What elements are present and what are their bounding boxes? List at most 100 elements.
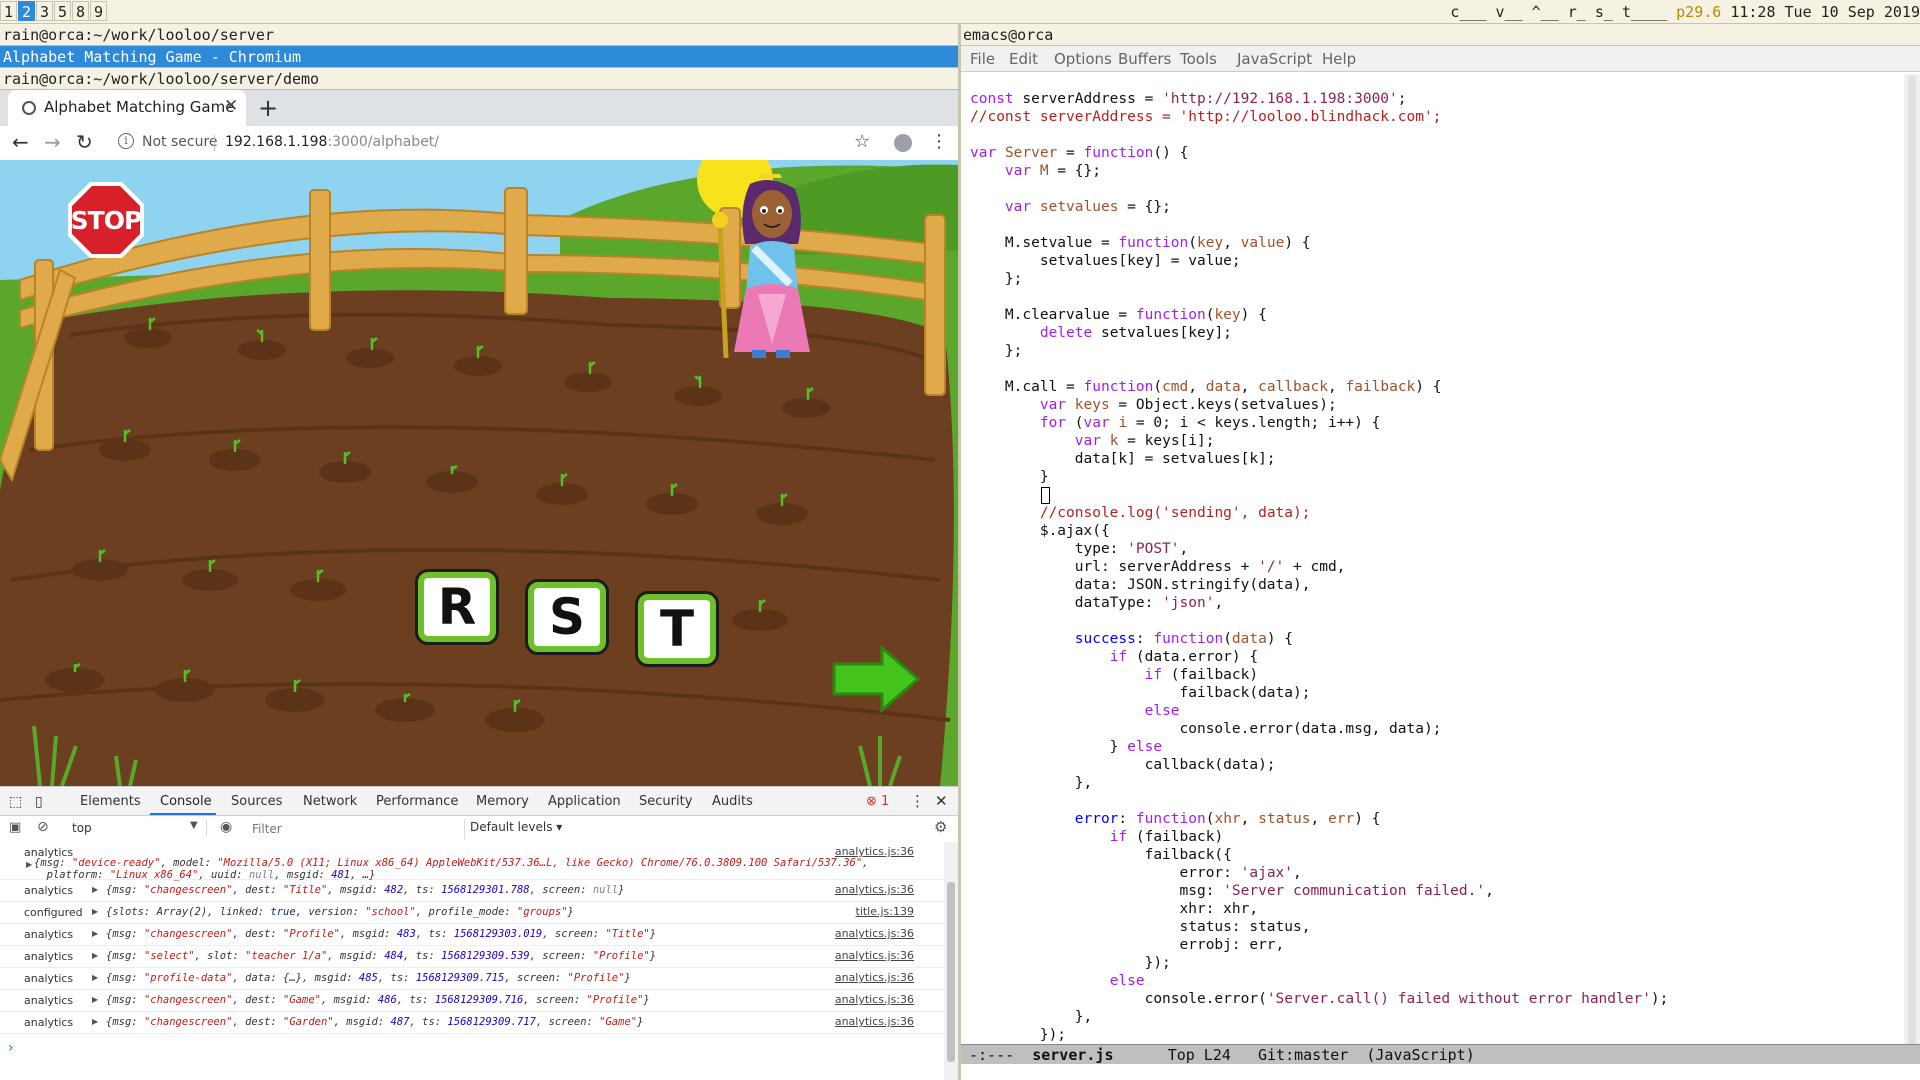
expand-arrow-icon[interactable]: ▶ xyxy=(92,1017,98,1026)
expand-arrow-icon[interactable]: ▶ xyxy=(92,973,98,982)
code-line: xhr: xhr, xyxy=(970,900,1890,918)
code-token: key xyxy=(1196,235,1224,251)
sidebar-toggle-icon[interactable]: ▣ xyxy=(9,820,21,835)
window-divider[interactable] xyxy=(958,24,961,1080)
console-source-link[interactable]: analytics.js:36 xyxy=(835,993,914,1006)
scrollbar-thumb[interactable] xyxy=(1908,76,1916,1056)
chromium-window-title[interactable]: Alphabet Matching Game - Chromium xyxy=(0,46,958,68)
expand-arrow-icon[interactable]: ▶ xyxy=(92,885,98,894)
workspace-3[interactable]: 3 xyxy=(36,1,53,21)
workspace-1[interactable]: 1 xyxy=(0,1,17,21)
workspace-5[interactable]: 5 xyxy=(54,1,71,21)
emacs-scrollbar[interactable] xyxy=(1904,74,1920,1056)
emacs-window-title[interactable]: emacs@orca xyxy=(961,24,1920,46)
terminal-window-title[interactable]: rain@orca:~/work/looloo/server xyxy=(0,24,958,46)
devtools-tab-security[interactable]: Security xyxy=(639,794,692,809)
letter-tile-r[interactable]: R xyxy=(415,569,499,645)
reload-button[interactable]: ↻ xyxy=(76,130,93,154)
expand-arrow-icon[interactable]: ▶ xyxy=(92,929,98,938)
code-token: , xyxy=(1214,595,1224,611)
console-scrollbar[interactable] xyxy=(944,842,958,1080)
new-tab-button[interactable]: + xyxy=(258,94,278,122)
workspace-9[interactable]: 9 xyxy=(90,1,107,21)
console-object[interactable]: {msg: "changescreen", dest: "Profile", m… xyxy=(106,928,656,940)
profile-avatar[interactable] xyxy=(894,134,912,152)
letter-tile-t[interactable]: T xyxy=(635,591,719,667)
console-source-link[interactable]: analytics.js:36 xyxy=(835,1015,914,1028)
console-object[interactable]: {msg: "changescreen", dest: "Title", msg… xyxy=(106,884,624,896)
expand-arrow-icon[interactable]: ▶ xyxy=(92,907,98,916)
info-icon[interactable]: i xyxy=(118,133,134,149)
stop-button[interactable]: STOP xyxy=(66,180,146,260)
princess-character[interactable] xyxy=(710,174,820,364)
not-secure-label[interactable]: Not secure xyxy=(142,134,218,150)
expand-arrow-icon[interactable]: ▶ xyxy=(92,951,98,960)
active-tab-indicator xyxy=(150,813,216,815)
log-levels-dropdown[interactable]: Default levels ▾ xyxy=(470,820,562,834)
emacs-menu-file[interactable]: File xyxy=(970,50,995,68)
emacs-menu-buffers[interactable]: Buffers xyxy=(1118,50,1171,68)
next-arrow-button[interactable] xyxy=(830,644,922,714)
console-source-link[interactable]: title.js:139 xyxy=(856,905,915,918)
forward-button[interactable]: → xyxy=(44,130,61,154)
inspect-element-icon[interactable]: ⬚ xyxy=(9,794,22,810)
console-object[interactable]: {msg: "select", slot: "teacher 1/a", msg… xyxy=(106,950,656,962)
device-toolbar-icon[interactable]: ▯ xyxy=(35,794,43,810)
code-token: }; xyxy=(970,271,1023,287)
scrollbar-thumb[interactable] xyxy=(947,882,955,1062)
emacs-menu-edit[interactable]: Edit xyxy=(1009,50,1038,68)
console-object[interactable]: {msg: "profile-data", data: {…}, msgid: … xyxy=(106,972,631,984)
devtools-tab-network[interactable]: Network xyxy=(303,794,357,809)
console-token: "Title" xyxy=(605,928,650,940)
game-canvas[interactable]: STOP R S T xyxy=(0,160,958,786)
workspace-2[interactable]: 2 xyxy=(18,1,35,21)
devtools-tab-sources[interactable]: Sources xyxy=(231,794,282,809)
console-object[interactable]: {msg: "changescreen", dest: "Game", msgi… xyxy=(106,994,650,1006)
back-button[interactable]: ← xyxy=(12,130,29,154)
code-buffer[interactable]: const serverAddress = 'http://192.168.1.… xyxy=(970,90,1890,1046)
devtools-menu-icon[interactable]: ⋮ xyxy=(910,792,925,810)
context-selector[interactable]: top ▼ xyxy=(56,819,207,837)
console-source-link[interactable]: analytics.js:36 xyxy=(835,971,914,984)
address-bar[interactable]: 192.168.1.198:3000/alphabet/ xyxy=(225,134,439,150)
console-object[interactable]: {msg: "changescreen", dest: "Garden", ms… xyxy=(106,1016,643,1028)
eye-icon[interactable]: ◉ xyxy=(220,819,232,835)
console-source-link[interactable]: analytics.js:36 xyxy=(835,949,914,962)
terminal-window-title-2[interactable]: rain@orca:~/work/looloo/server/demo xyxy=(0,68,958,90)
devtools-tab-application[interactable]: Application xyxy=(548,794,621,809)
close-tab-icon[interactable]: ✕ xyxy=(224,96,238,116)
letter-tile-s[interactable]: S xyxy=(525,579,609,655)
emacs-menu-tools[interactable]: Tools xyxy=(1180,50,1217,68)
console-source-link[interactable]: analytics.js:36 xyxy=(835,927,914,940)
console-settings-gear-icon[interactable]: ⚙ xyxy=(934,818,947,836)
expand-arrow-icon[interactable]: ▶ xyxy=(92,995,98,1004)
console-source-link[interactable]: analytics.js:36 xyxy=(835,883,914,896)
workspace-8[interactable]: 8 xyxy=(72,1,89,21)
close-devtools-icon[interactable]: ✕ xyxy=(935,792,948,810)
bookmark-star-icon[interactable]: ☆ xyxy=(854,131,870,152)
browser-menu-icon[interactable]: ⋮ xyxy=(930,131,948,152)
devtools-tab-audits[interactable]: Audits xyxy=(712,794,753,809)
devtools-tab-memory[interactable]: Memory xyxy=(476,794,529,809)
browser-tab[interactable]: Alphabet Matching Game ✕ xyxy=(8,90,246,126)
console-object[interactable]: {msg: "device-ready", model: "Mozilla/5.… xyxy=(34,857,868,881)
devtools-tab-elements[interactable]: Elements xyxy=(80,794,141,809)
emacs-menu-options[interactable]: Options xyxy=(1054,50,1112,68)
console-token: , model: xyxy=(160,857,218,869)
emacs-minibuffer[interactable] xyxy=(961,1064,1920,1080)
console-filter-input[interactable] xyxy=(250,819,465,839)
clear-console-icon[interactable]: ⊘ xyxy=(37,819,49,835)
devtools-tab-performance[interactable]: Performance xyxy=(376,794,458,809)
code-token: ; xyxy=(1397,91,1407,107)
expand-arrow-icon[interactable]: ▶ xyxy=(26,860,32,869)
console-token: , msgid: xyxy=(327,884,385,896)
devtools-tab-console[interactable]: Console xyxy=(160,794,212,809)
emacs-menu-javascript[interactable]: JavaScript xyxy=(1237,50,1312,68)
emacs-menu-help[interactable]: Help xyxy=(1322,50,1356,68)
error-counter[interactable]: ⊗ 1 xyxy=(866,794,889,809)
console-prompt[interactable]: › xyxy=(8,1040,14,1056)
console-object[interactable]: {slots: Array(2), linked: true, version:… xyxy=(106,906,574,918)
